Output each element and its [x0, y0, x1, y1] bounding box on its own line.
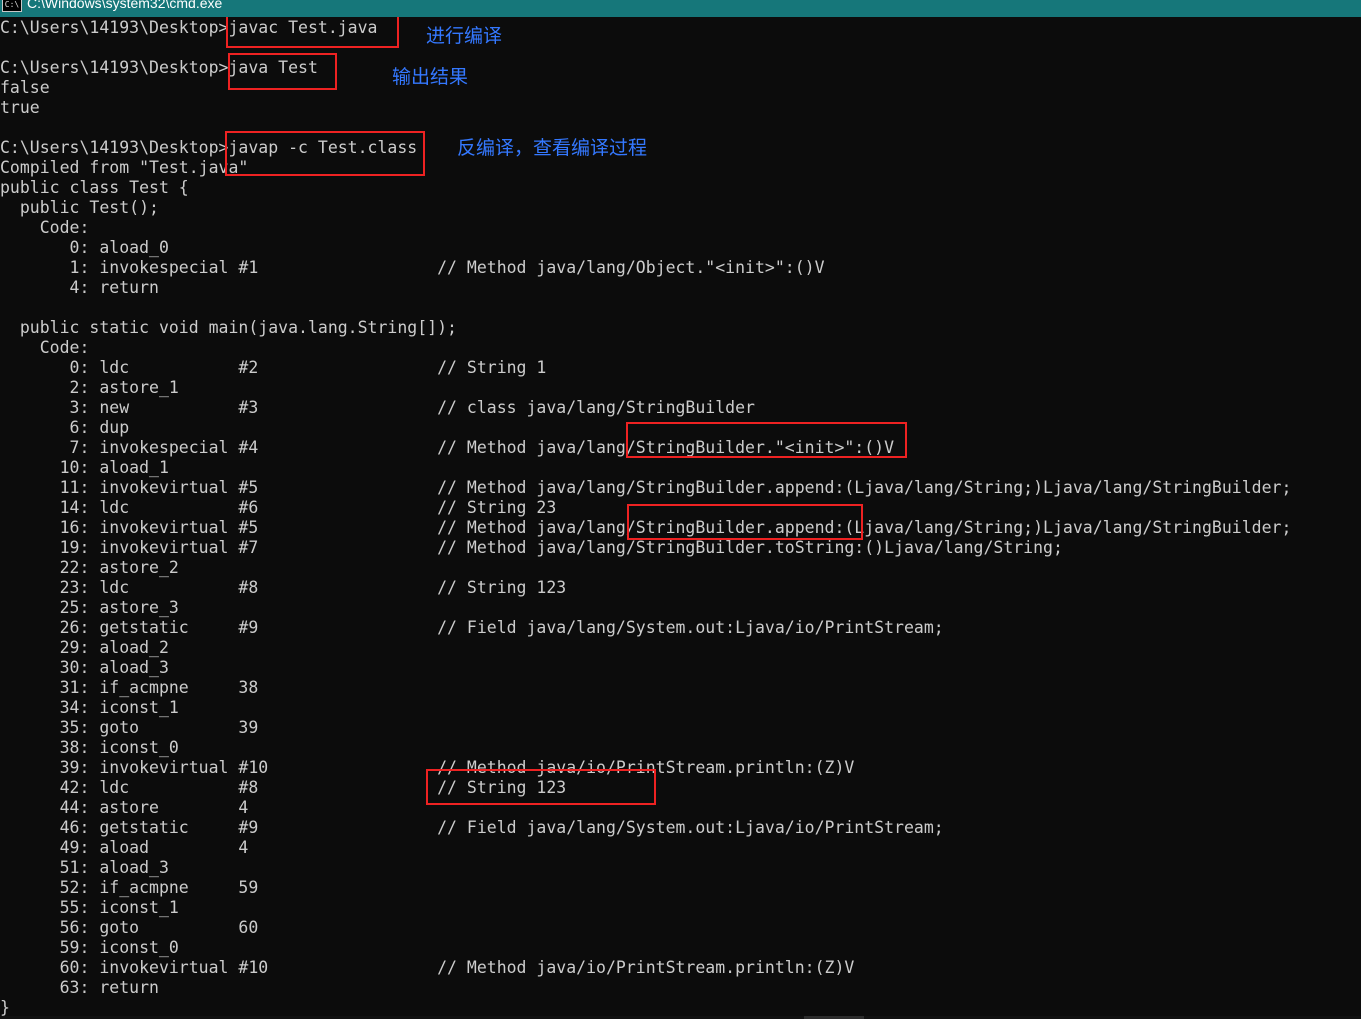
console-line: 19: invokevirtual #7 // Method java/lang…: [0, 538, 1063, 557]
console-line: 11: invokevirtual #5 // Method java/lang…: [0, 478, 1292, 497]
console-line: 56: goto 60: [0, 918, 259, 937]
console-line: 4: return: [0, 278, 159, 297]
highlight-stringbuilder-append: [627, 504, 863, 540]
console-line: false: [0, 78, 50, 97]
annotation-run-output: 输出结果: [392, 66, 469, 88]
console-line: 23: ldc #8 // String 123: [0, 578, 567, 597]
console-line: 38: iconst_0: [0, 738, 179, 757]
console-line: Code:: [0, 338, 90, 357]
console-line: 14: ldc #6 // String 23: [0, 498, 557, 517]
console-line: 10: aload_1: [0, 458, 169, 477]
window-titlebar[interactable]: C:\ C:\Windows\system32\cmd.exe: [0, 0, 1361, 17]
console-line: 51: aload_3: [0, 858, 169, 877]
console-line: true: [0, 98, 40, 117]
console-line: public static void main(java.lang.String…: [0, 318, 457, 337]
console-line: 60: invokevirtual #10 // Method java/io/…: [0, 958, 855, 977]
console-line: 59: iconst_0: [0, 938, 179, 957]
console-line: Compiled from "Test.java": [0, 158, 249, 177]
console-line: public class Test {: [0, 178, 189, 197]
console-line: 26: getstatic #9 // Field java/lang/Syst…: [0, 618, 944, 637]
highlight-javac-command: [226, 17, 399, 48]
console-line: 44: astore 4: [0, 798, 249, 817]
console-line: 22: astore_2: [0, 558, 179, 577]
console-line: 2: astore_1: [0, 378, 179, 397]
console-line: 52: if_acmpne 59: [0, 878, 259, 897]
console-line: 35: goto 39: [0, 718, 259, 737]
console-line: 31: if_acmpne 38: [0, 678, 259, 697]
console-line: 0: aload_0: [0, 238, 169, 257]
annotation-decompile: 反编译，查看编译过程: [457, 137, 648, 159]
highlight-javap-command: [225, 131, 425, 176]
console-line: Code:: [0, 218, 90, 237]
console-line: 49: aload 4: [0, 838, 249, 857]
console-line: 55: iconst_1: [0, 898, 179, 917]
console-line: 0: ldc #2 // String 1: [0, 358, 547, 377]
console-line: 3: new #3 // class java/lang/StringBuild…: [0, 398, 755, 417]
console-line: 1: invokespecial #1 // Method java/lang/…: [0, 258, 825, 277]
annotation-compile: 进行编译: [426, 25, 503, 47]
console-line: 29: aload_2: [0, 638, 169, 657]
console-line: 25: astore_3: [0, 598, 179, 617]
console-line: 6: dup: [0, 418, 130, 437]
console-line: public Test();: [0, 198, 159, 217]
console-line: 46: getstatic #9 // Field java/lang/Syst…: [0, 818, 944, 837]
console-line: }: [0, 998, 10, 1017]
console-output[interactable]: C:\Users\14193\Desktop>javac Test.java C:…: [0, 17, 1361, 1019]
console-line: 34: iconst_1: [0, 698, 179, 717]
console-line: 30: aload_3: [0, 658, 169, 677]
highlight-string-123: [426, 769, 656, 805]
highlight-stringbuilder-init: [626, 422, 907, 458]
window-title: C:\Windows\system32\cmd.exe: [27, 0, 223, 11]
highlight-java-command: [228, 53, 337, 90]
cmd-icon: C:\: [2, 0, 22, 12]
console-line: 63: return: [0, 978, 159, 997]
